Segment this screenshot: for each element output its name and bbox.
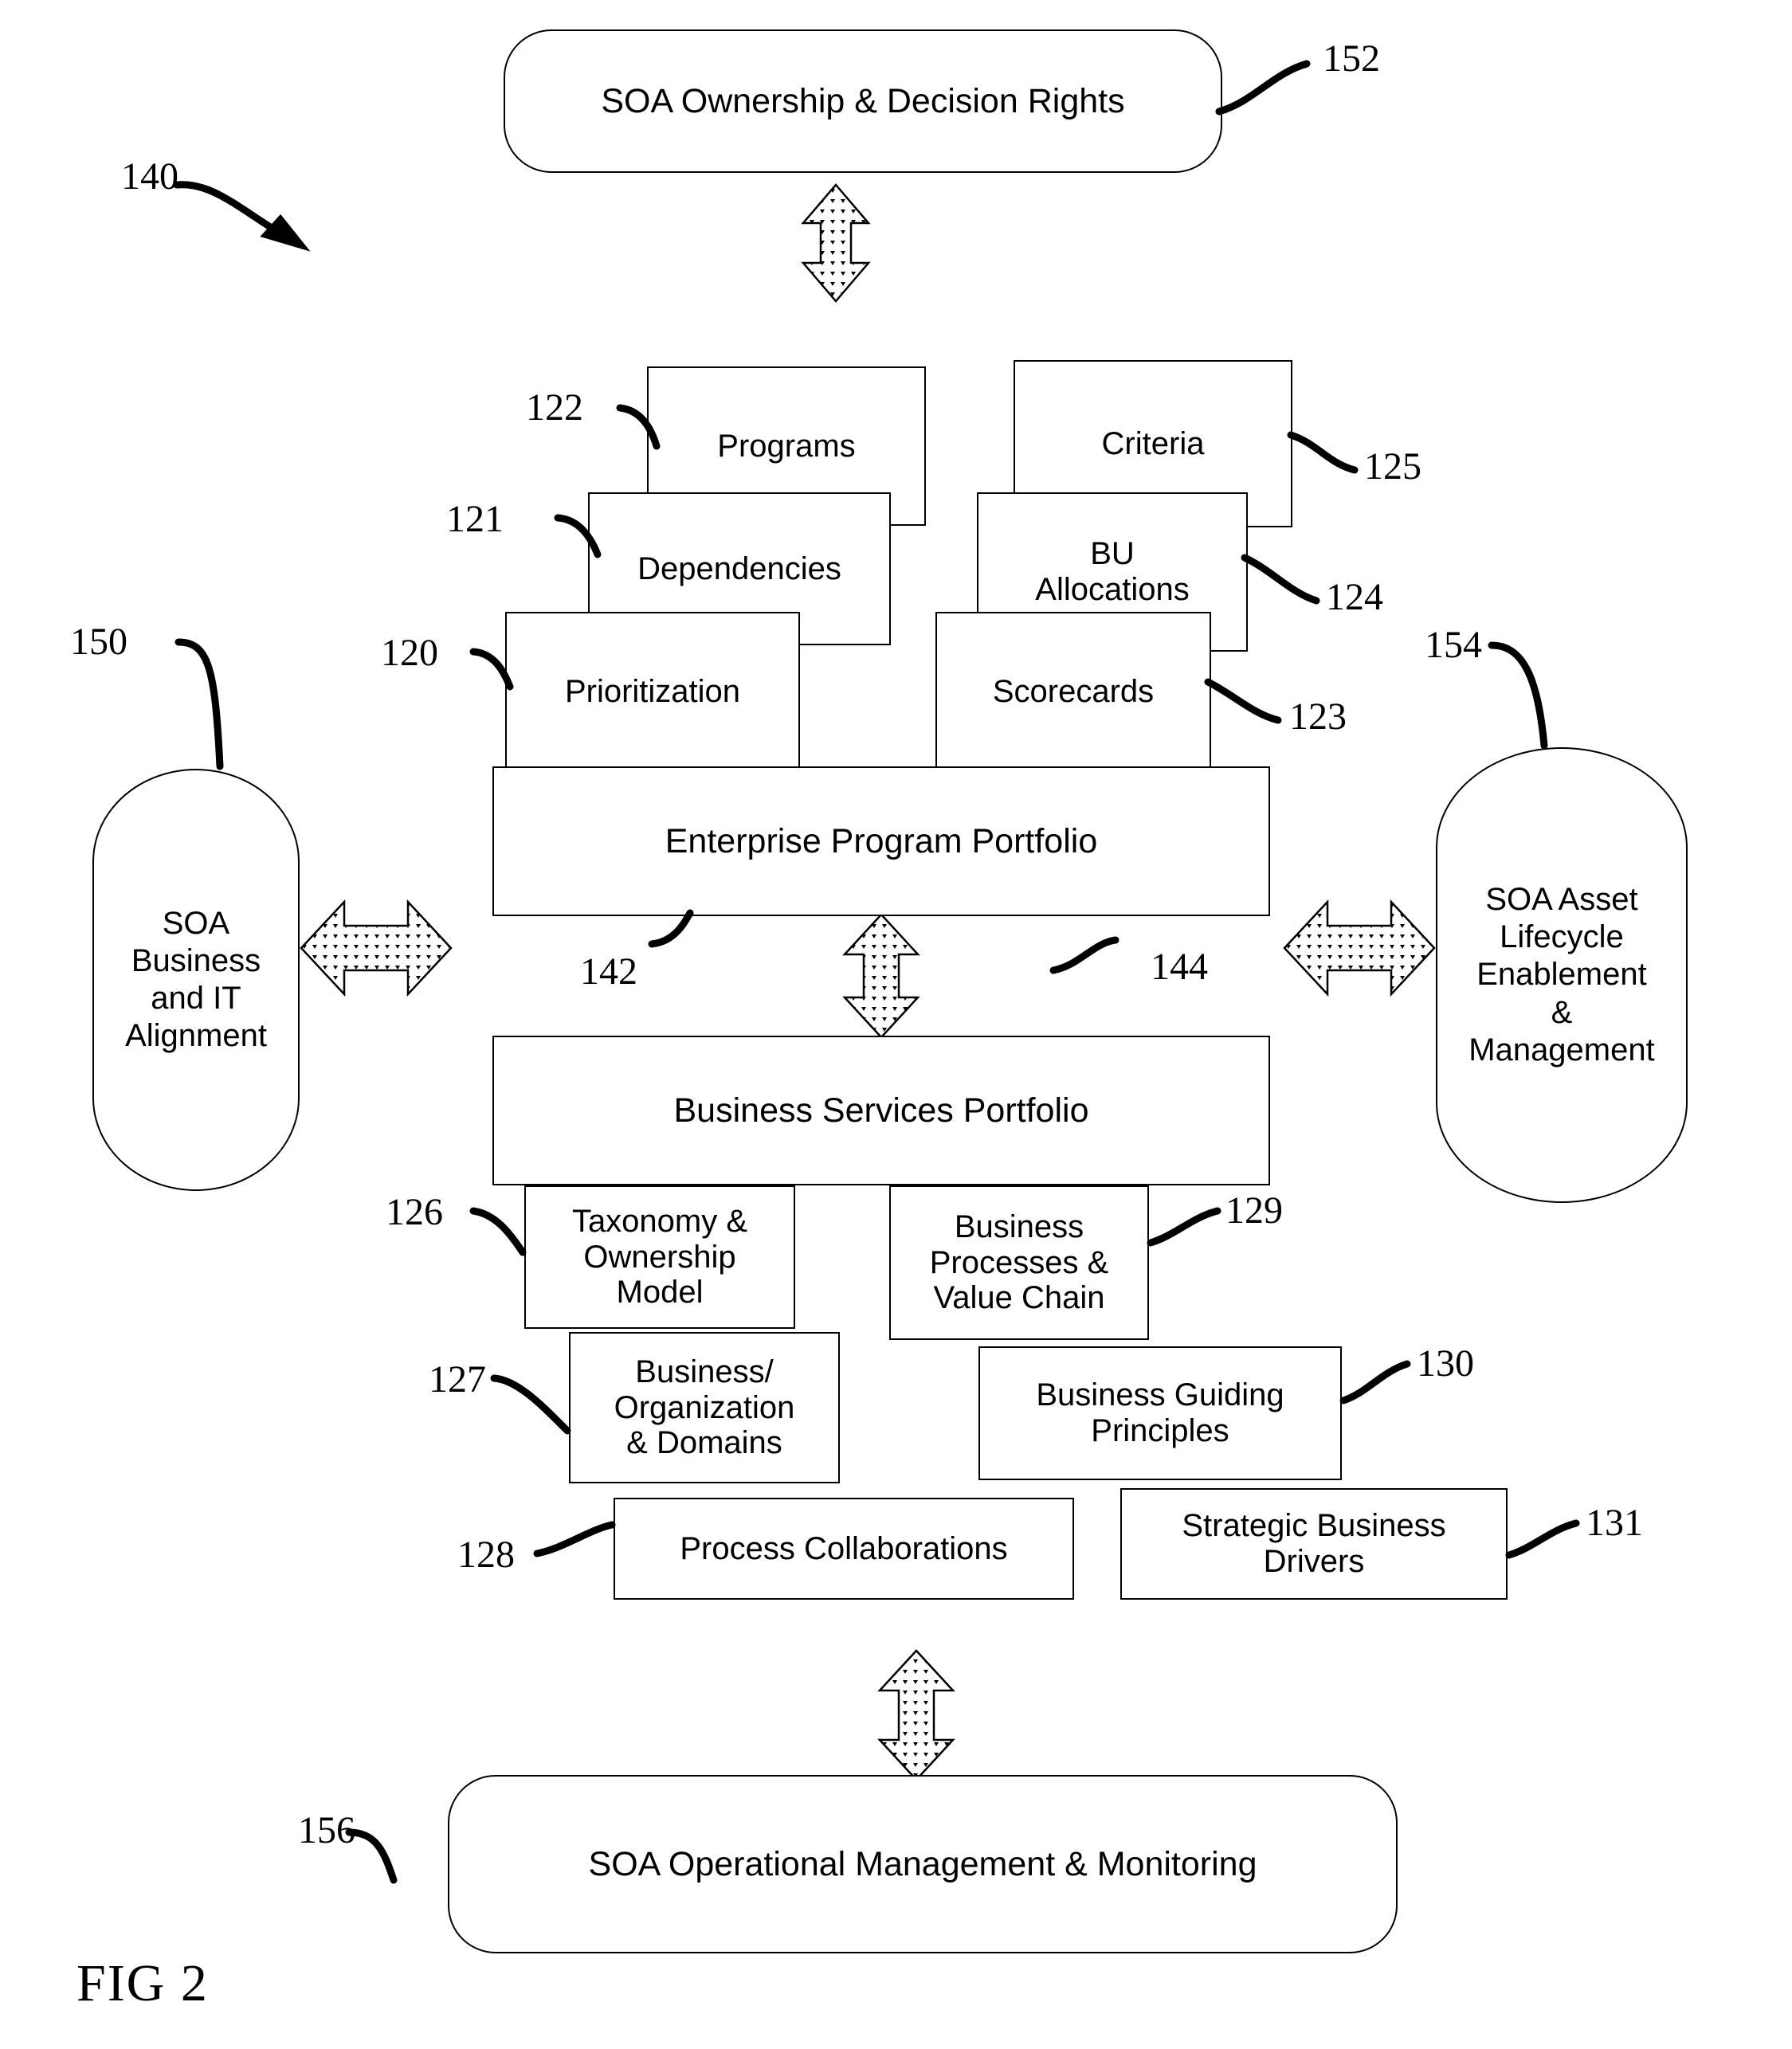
ref-156: 156 — [298, 1809, 355, 1851]
ref-128: 128 — [457, 1534, 515, 1576]
ref-130: 130 — [1417, 1342, 1474, 1385]
ref-129: 129 — [1225, 1189, 1283, 1232]
patent-figure-2: SOA Ownership & Decision Rights Programs… — [0, 0, 1792, 2049]
ref-150: 150 — [70, 621, 127, 663]
ref-123: 123 — [1289, 695, 1347, 738]
ref-121: 121 — [446, 498, 504, 540]
ref-131: 131 — [1586, 1502, 1643, 1544]
ref-124: 124 — [1326, 576, 1383, 618]
ref-120: 120 — [381, 632, 438, 674]
reference-numeral-layer: 152 140 122 121 120 125 124 123 150 154 … — [0, 0, 1792, 2049]
ref-126: 126 — [386, 1191, 443, 1233]
ref-140: 140 — [121, 155, 178, 198]
ref-142: 142 — [580, 950, 637, 993]
figure-caption: FIG 2 — [76, 1954, 209, 2012]
ref-125: 125 — [1364, 445, 1421, 488]
ref-152: 152 — [1323, 37, 1380, 80]
ref-154: 154 — [1425, 624, 1482, 666]
ref-122: 122 — [526, 386, 583, 429]
ref-144: 144 — [1151, 946, 1208, 988]
ref-127: 127 — [429, 1358, 486, 1401]
